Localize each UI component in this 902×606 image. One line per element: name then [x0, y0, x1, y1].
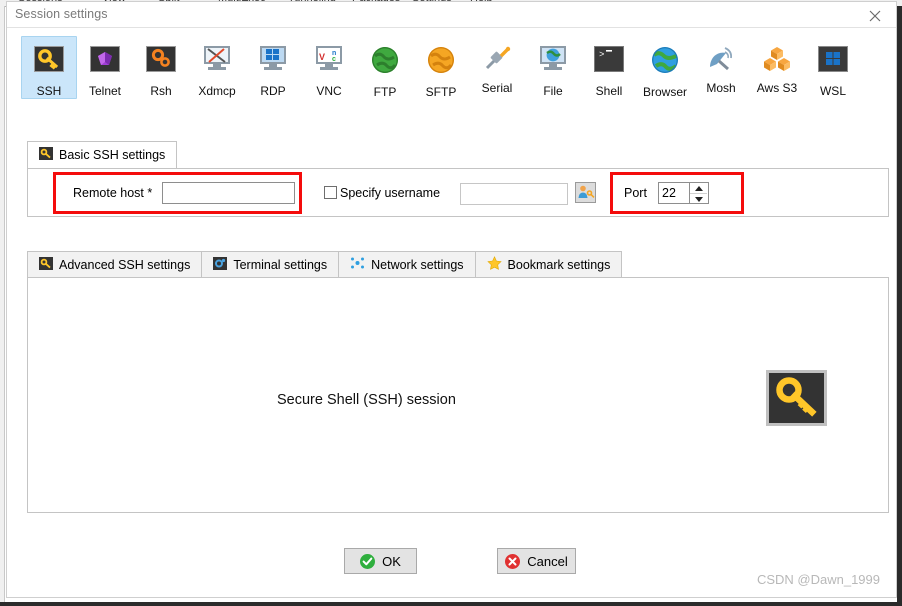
close-button[interactable] — [854, 2, 896, 27]
aws-cubes-icon — [761, 43, 793, 75]
vnc-monitor-icon: V n c — [313, 46, 345, 78]
serial-plug-icon — [481, 43, 513, 75]
chevron-up-icon — [694, 185, 703, 191]
check-circle-icon — [360, 553, 376, 569]
chevron-down-icon — [694, 196, 703, 202]
session-type-mosh[interactable]: Mosh — [693, 36, 749, 96]
port-spinner — [690, 182, 709, 204]
tab-advanced-ssh-settings[interactable]: Advanced SSH settings — [27, 251, 203, 277]
session-description-text: Secure Shell (SSH) session — [277, 392, 456, 408]
basic-settings-panel — [27, 168, 889, 217]
session-type-label: Serial — [481, 81, 513, 95]
session-type-label: Xdmcp — [198, 84, 236, 98]
windows-logo-icon — [817, 46, 849, 78]
remote-host-input[interactable] — [162, 182, 295, 204]
session-type-label: File — [543, 84, 563, 98]
port-label: Port — [624, 186, 647, 200]
key-icon — [33, 46, 65, 78]
mobaxterm-window: Sessions View Split MultiExec Tunneling … — [0, 0, 902, 606]
session-type-label: Shell — [595, 84, 623, 98]
cancel-button[interactable]: Cancel — [497, 548, 576, 574]
ok-button-label: OK — [382, 553, 401, 569]
network-dots-icon — [350, 256, 365, 273]
orange-gears-icon — [145, 46, 177, 78]
session-type-label: Aws S3 — [756, 81, 798, 95]
dialog-title: Session settings — [15, 7, 108, 21]
svg-text:>: > — [599, 50, 604, 60]
windows-monitor-icon — [257, 46, 289, 78]
specify-username-label[interactable]: Specify username — [340, 186, 440, 200]
tab-label: Basic SSH settings — [59, 148, 166, 162]
window-left-edge — [0, 6, 5, 606]
session-type-aws-s3[interactable]: Aws S3 — [749, 36, 805, 96]
session-type-shell[interactable]: > Shell — [581, 36, 637, 99]
tab-network-settings[interactable]: Network settings — [339, 251, 476, 277]
basic-settings-tabstrip: Basic SSH settings — [27, 141, 178, 168]
session-type-label: WSL — [819, 84, 846, 98]
session-type-rsh[interactable]: Rsh — [133, 36, 189, 99]
session-type-browser[interactable]: Browser — [637, 36, 693, 100]
session-type-label: RDP — [260, 84, 286, 98]
session-type-ssh[interactable]: SSH — [21, 36, 77, 99]
session-type-telnet[interactable]: Telnet — [77, 36, 133, 99]
session-description-panel — [27, 277, 889, 513]
key-icon — [39, 147, 53, 163]
session-type-label: Telnet — [88, 84, 122, 98]
star-icon — [486, 256, 502, 273]
terminal-prompt-icon: > — [593, 46, 625, 78]
close-icon — [869, 10, 881, 22]
tab-terminal-settings[interactable]: Terminal settings — [202, 251, 340, 277]
cancel-button-label: Cancel — [527, 553, 568, 569]
orange-globe-icon — [425, 47, 457, 79]
session-type-label: FTP — [373, 85, 397, 99]
port-spinner-up[interactable] — [690, 183, 707, 194]
session-type-label: SFTP — [425, 85, 457, 99]
session-type-label: SSH — [36, 84, 62, 98]
session-settings-dialog: Session settings SSH Telnet Rsh Xdmcp RD… — [6, 1, 897, 598]
session-type-label: Rsh — [150, 84, 172, 98]
session-type-ftp[interactable]: FTP — [357, 36, 413, 100]
tab-bookmark-settings[interactable]: Bookmark settings — [475, 251, 623, 277]
svg-text:V: V — [319, 52, 325, 62]
svg-text:c: c — [332, 56, 336, 62]
tab-label: Bookmark settings — [507, 257, 611, 272]
tab-label: Network settings — [371, 257, 464, 272]
session-type-serial[interactable]: Serial — [469, 36, 525, 96]
session-type-rdp[interactable]: RDP — [245, 36, 301, 99]
window-bottom-edge — [0, 602, 902, 606]
session-type-wsl[interactable]: WSL — [805, 36, 861, 99]
key-icon — [39, 256, 53, 273]
watermark: CSDN @Dawn_1999 — [756, 572, 880, 587]
session-type-xdmcp[interactable]: Xdmcp — [189, 36, 245, 99]
blue-gear-icon — [213, 256, 228, 273]
tab-basic-ssh-settings[interactable]: Basic SSH settings — [27, 141, 178, 168]
session-type-sftp[interactable]: SFTP — [413, 36, 469, 100]
key-icon — [766, 370, 827, 426]
remote-host-label: Remote host * — [73, 186, 153, 200]
port-spinner-down[interactable] — [690, 194, 707, 204]
blue-globe-icon — [649, 47, 681, 79]
advanced-settings-tabstrip: Advanced SSH settings Terminal settings — [27, 250, 623, 277]
session-type-vnc[interactable]: V n c VNC — [301, 36, 357, 99]
port-input[interactable] — [658, 182, 690, 204]
session-type-label: Browser — [642, 85, 687, 99]
ok-button[interactable]: OK — [344, 548, 417, 574]
specify-username-checkbox[interactable] — [324, 186, 337, 199]
dialog-titlebar: Session settings — [7, 2, 896, 28]
session-type-toolbar: SSH Telnet Rsh Xdmcp RDP V n c VNC FTP S… — [21, 36, 881, 116]
session-type-label: VNC — [316, 84, 342, 98]
username-input[interactable] — [460, 183, 568, 205]
x-circle-icon — [505, 553, 521, 569]
file-monitor-icon — [537, 46, 569, 78]
green-globe-icon — [369, 47, 401, 79]
window-right-edge — [897, 6, 902, 606]
x-monitor-icon — [201, 46, 233, 78]
session-type-label: Mosh — [706, 81, 736, 95]
tab-label: Terminal settings — [233, 257, 328, 272]
session-type-file[interactable]: File — [525, 36, 581, 99]
satellite-dish-icon — [705, 43, 737, 75]
user-key-icon[interactable] — [575, 182, 596, 203]
purple-gem-icon — [89, 46, 121, 78]
tab-label: Advanced SSH settings — [59, 257, 191, 272]
